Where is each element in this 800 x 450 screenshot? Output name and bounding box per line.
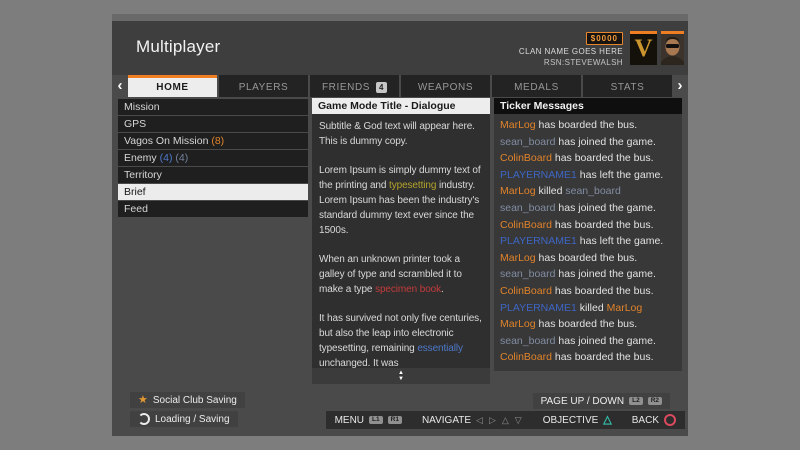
r2-button-icon: R2 — [648, 397, 662, 406]
ticker-message: sean_board has joined the game. — [500, 134, 676, 151]
l1-button-icon: L1 — [369, 416, 383, 425]
star-icon: ★ — [138, 395, 148, 406]
tab-label: MEDALS — [514, 82, 559, 93]
menu-item[interactable]: Territory — [118, 167, 308, 183]
ticker-message: ColinBoard has boarded the bus. — [500, 217, 676, 234]
dialogue-paragraph: When an unknown printer took a galley of… — [319, 252, 483, 297]
screen: Multiplayer $0000 CLAN NAME GOES HERE RS… — [0, 0, 800, 450]
ticker-title: Ticker Messages — [494, 98, 682, 114]
tab[interactable]: FRIENDS 4 — [310, 75, 399, 97]
menu-item[interactable]: Vagos On Mission (8) — [118, 133, 308, 149]
page-up-down-label: PAGE UP / DOWN — [541, 396, 625, 407]
dialogue-title: Game Mode Title - Dialogue — [312, 98, 490, 114]
dialogue-paragraph: Subtitle & God text will appear here. Th… — [319, 119, 483, 149]
menu-item[interactable]: GPS — [118, 116, 308, 132]
r1-button-icon: R1 — [388, 416, 402, 425]
menu-item[interactable]: Feed — [118, 201, 308, 217]
tab-badge: 4 — [376, 82, 387, 93]
scroll-down-icon: ▼ — [398, 376, 404, 382]
dpad-up-icon: △ — [502, 415, 510, 426]
menu-item-label: Brief — [124, 186, 146, 198]
ticker-message: MarLog has boarded the bus. — [500, 117, 676, 134]
circle-button-icon — [664, 414, 676, 426]
scroll-indicator[interactable]: ▲ ▼ — [312, 368, 490, 384]
ticker-message: sean_board has joined the game. — [500, 266, 676, 283]
tabs-prev-icon[interactable]: ‹ — [112, 75, 128, 97]
tabs-next-icon[interactable]: › — [672, 75, 688, 97]
gtav-logo: V — [630, 31, 657, 65]
dialogue-paragraph: It has survived not only five centuries,… — [319, 311, 483, 368]
menu-item-label: Territory — [124, 169, 162, 181]
dialogue-body: Subtitle & God text will appear here. Th… — [312, 114, 490, 368]
ticker-message: PLAYERNAME1 has left the game. — [500, 167, 676, 184]
gtav-logo-letter: V — [634, 36, 652, 61]
menu-item-label: Enemy (4) (4) — [124, 152, 188, 164]
spinner-icon — [138, 413, 150, 425]
menu-item[interactable]: Brief — [118, 184, 308, 200]
social-club-name: RSN:STEVEWALSH — [544, 58, 623, 67]
ticker-message: sean_board has joined the game. — [500, 200, 676, 217]
page-title: Multiplayer — [136, 37, 220, 57]
loading-saving-badge: Loading / Saving — [130, 411, 238, 427]
dialogue-panel: Game Mode Title - Dialogue Subtitle & Go… — [312, 98, 490, 384]
header-player-info: $0000 CLAN NAME GOES HERE RSN:STEVEWALSH… — [519, 31, 684, 67]
l2-button-icon: L2 — [629, 397, 643, 406]
triangle-button-icon: △ — [603, 415, 611, 426]
loading-saving-label: Loading / Saving — [155, 414, 230, 425]
page-up-down-control: PAGE UP / DOWN L2 R2 — [533, 393, 670, 409]
tab-label: PLAYERS — [239, 82, 289, 93]
tab-label: HOME — [156, 82, 188, 93]
menu-item[interactable]: Enemy (4) (4) — [118, 150, 308, 166]
ticker-message: MarLog has boarded the bus. — [500, 316, 676, 333]
sidebar-menu: Mission GPS Vagos On Mission (8) Enemy (… — [118, 99, 308, 218]
tab[interactable]: WEAPONS — [401, 75, 490, 97]
ticker-message: MarLog has boarded the bus. — [500, 250, 676, 267]
back-hint-label: BACK — [632, 415, 659, 426]
ticker-message: ColinBoard has boarded the bus. — [500, 150, 676, 167]
header: Multiplayer $0000 CLAN NAME GOES HERE RS… — [112, 21, 688, 75]
ticker-message: PLAYERNAME1 has left the game. — [500, 233, 676, 250]
tab-label: STATS — [611, 82, 645, 93]
ticker-message: MarLog killed sean_board — [500, 183, 676, 200]
ticker-body: MarLog has boarded the bus. sean_board h… — [494, 114, 682, 371]
ticker-message: ColinBoard has boarded the bus. — [500, 349, 676, 366]
player-avatar — [661, 31, 684, 65]
menu-item-label: GPS — [124, 118, 146, 130]
dpad-down-icon: ▽ — [515, 415, 523, 426]
tab-label: FRIENDS — [322, 82, 370, 93]
money-badge: $0000 — [586, 32, 623, 45]
tab[interactable]: PLAYERS — [219, 75, 308, 97]
multiplayer-window: Multiplayer $0000 CLAN NAME GOES HERE RS… — [112, 14, 688, 436]
tab[interactable]: STATS — [583, 75, 672, 97]
objective-hint-label: OBJECTIVE — [543, 415, 599, 426]
tab[interactable]: MEDALS — [492, 75, 581, 97]
ticker-message: ColinBoard has boarded the bus. — [500, 283, 676, 300]
menu-item-label: Vagos On Mission (8) — [124, 135, 224, 147]
social-club-saving-badge: ★ Social Club Saving — [130, 392, 245, 408]
ticker-message: PLAYERNAME1 killed MarLog — [500, 300, 676, 317]
tab-label: WEAPONS — [418, 82, 473, 93]
social-club-saving-label: Social Club Saving — [153, 395, 237, 406]
tab-bar: ‹ HOME PLAYERS FRIENDS 4 — [112, 75, 688, 97]
tab[interactable]: HOME — [128, 75, 217, 97]
menu-item-label: Feed — [124, 203, 148, 215]
ticker-message: sean_board has joined the game. — [500, 333, 676, 350]
clan-name: CLAN NAME GOES HERE — [519, 47, 623, 56]
navigate-hint-label: NAVIGATE — [422, 415, 471, 426]
ticker-panel: Ticker Messages MarLog has boarded the b… — [494, 98, 682, 371]
menu-item-label: Mission — [124, 101, 160, 113]
top-strip — [112, 14, 688, 21]
dialogue-paragraph: Lorem Ipsum is simply dummy text of the … — [319, 163, 483, 238]
dpad-left-icon: ◁ — [476, 415, 484, 426]
controls-bar: MENU L1 R1 NAVIGATE ◁ ▷ △ ▽ OBJECTIVE △ … — [326, 411, 685, 429]
dpad-right-icon: ▷ — [489, 415, 497, 426]
menu-hint-label: MENU — [335, 415, 364, 426]
menu-item[interactable]: Mission — [118, 99, 308, 115]
